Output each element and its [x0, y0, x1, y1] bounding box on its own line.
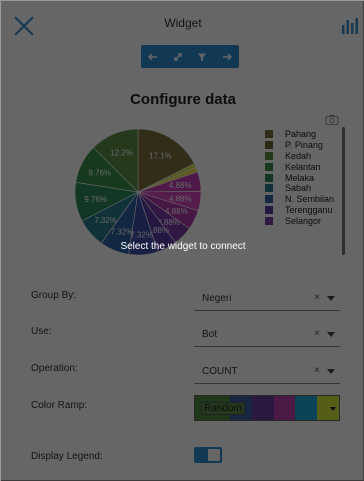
- header: Widget: [1, 1, 364, 41]
- pie-slice-label: 12.2%: [110, 148, 133, 157]
- legend-item[interactable]: N. Sembilan: [265, 194, 334, 205]
- pie-slice-label: 4.88%: [169, 181, 192, 190]
- color-ramp-select[interactable]: Random: [194, 395, 340, 421]
- screenshot-button[interactable]: [325, 112, 339, 125]
- legend-swatch: [265, 184, 273, 193]
- legend-swatch: [265, 216, 273, 225]
- pie-slice-label: 9.76%: [84, 195, 107, 204]
- operation-label: Operation:: [31, 363, 78, 374]
- legend-label: Selangor: [285, 215, 322, 226]
- legend-item[interactable]: P. Pinang: [265, 140, 334, 151]
- legend-swatch: [265, 141, 273, 150]
- bar-chart-icon: [342, 18, 358, 34]
- legend-swatch: [265, 151, 273, 160]
- color-ramp-swatch: [273, 396, 296, 420]
- widget-panel: Widget Configure data 17.1% 4.88% 4.88% …: [0, 0, 364, 481]
- chart-legend: Pahang P. Pinang Kedah Kelantan Melaka Sabah N…: [265, 129, 334, 226]
- group-by-row: Group By: Negeri ×: [31, 285, 341, 311]
- legend-swatch: [265, 173, 273, 182]
- clear-icon[interactable]: ×: [314, 328, 320, 339]
- use-row: Use: Bot ×: [31, 321, 341, 347]
- color-ramp-label: Color Ramp:: [31, 400, 88, 411]
- configure-data-title: Configure data: [130, 91, 236, 108]
- arrow-left-icon: [148, 53, 158, 60]
- legend-item[interactable]: Pahang: [265, 129, 334, 140]
- move-right-button[interactable]: [215, 45, 240, 68]
- color-ramp-swatch: [295, 396, 318, 420]
- legend-swatch: [265, 205, 273, 214]
- arrow-right-icon: [222, 53, 232, 60]
- pie-slice-label: 7.32%: [111, 228, 134, 237]
- operation-select[interactable]: COUNT ×: [194, 358, 340, 384]
- legend-swatch: [265, 162, 273, 171]
- legend-label: Kelantan: [285, 161, 321, 172]
- legend-swatch: [265, 195, 273, 204]
- legend-item[interactable]: Kedah: [265, 151, 334, 162]
- legend-item[interactable]: Kelantan: [265, 161, 334, 172]
- color-ramp-value: Random: [201, 402, 245, 415]
- expand-icon: [174, 52, 182, 61]
- legend-label: Melaka: [285, 172, 315, 183]
- group-by-value: Negeri: [202, 293, 232, 304]
- operation-value: COUNT: [202, 366, 238, 377]
- legend-swatch: [265, 130, 273, 139]
- move-left-button[interactable]: [141, 45, 166, 68]
- use-value: Bot: [202, 329, 218, 340]
- clear-icon[interactable]: ×: [314, 365, 320, 376]
- legend-scrollbar[interactable]: [342, 127, 345, 255]
- pie-chart[interactable]: 17.1%4.88%4.88%4.88%4.88%4.88%7.32%7.32%…: [73, 127, 203, 257]
- camera-icon: [325, 114, 339, 125]
- legend-label: Terengganu: [285, 204, 333, 215]
- operation-row: Operation: COUNT ×: [31, 358, 341, 384]
- pie-slice-label: 17.1%: [149, 152, 172, 161]
- legend-label: Sabah: [285, 183, 312, 194]
- legend-label: N. Sembilan: [285, 194, 335, 205]
- display-legend-row: Display Legend:: [31, 446, 341, 472]
- clear-icon[interactable]: ×: [314, 292, 320, 303]
- legend-item[interactable]: Terengganu: [265, 205, 334, 216]
- pie-slice-label: 4.88%: [169, 194, 192, 203]
- caret-down-icon[interactable]: [330, 407, 336, 411]
- legend-label: Kedah: [285, 150, 312, 161]
- widget-title: Widget: [164, 16, 202, 30]
- use-select[interactable]: Bot ×: [194, 321, 340, 347]
- group-by-select[interactable]: Negeri ×: [194, 285, 340, 311]
- color-ramp-swatch: [251, 396, 274, 420]
- legend-item[interactable]: Melaka: [265, 172, 334, 183]
- display-legend-label: Display Legend:: [31, 451, 103, 462]
- widget-toolbar: [141, 45, 239, 68]
- toggle-knob: [208, 449, 220, 461]
- caret-down-icon[interactable]: [327, 369, 335, 374]
- legend-item[interactable]: Selangor: [265, 215, 334, 226]
- legend-item[interactable]: Sabah: [265, 183, 334, 194]
- caret-down-icon[interactable]: [327, 332, 335, 337]
- group-by-label: Group By:: [31, 290, 77, 301]
- pie-slice-label: 9.76%: [88, 169, 111, 178]
- connect-message[interactable]: Select the widget to connect: [1, 241, 364, 252]
- use-label: Use:: [31, 326, 52, 337]
- filter-button[interactable]: [190, 45, 215, 68]
- color-ramp-row: Color Ramp: Random: [31, 395, 341, 421]
- legend-label: Pahang: [285, 129, 317, 140]
- chart-type-button[interactable]: [341, 17, 359, 35]
- pie-slice-label: 7.32%: [94, 216, 117, 225]
- legend-label: P. Pinang: [285, 140, 323, 151]
- expand-button[interactable]: [166, 45, 191, 68]
- display-legend-toggle[interactable]: [194, 447, 222, 463]
- pie-slice-label: 7.32%: [130, 231, 153, 240]
- caret-down-icon[interactable]: [327, 296, 335, 301]
- filter-icon: [198, 53, 207, 61]
